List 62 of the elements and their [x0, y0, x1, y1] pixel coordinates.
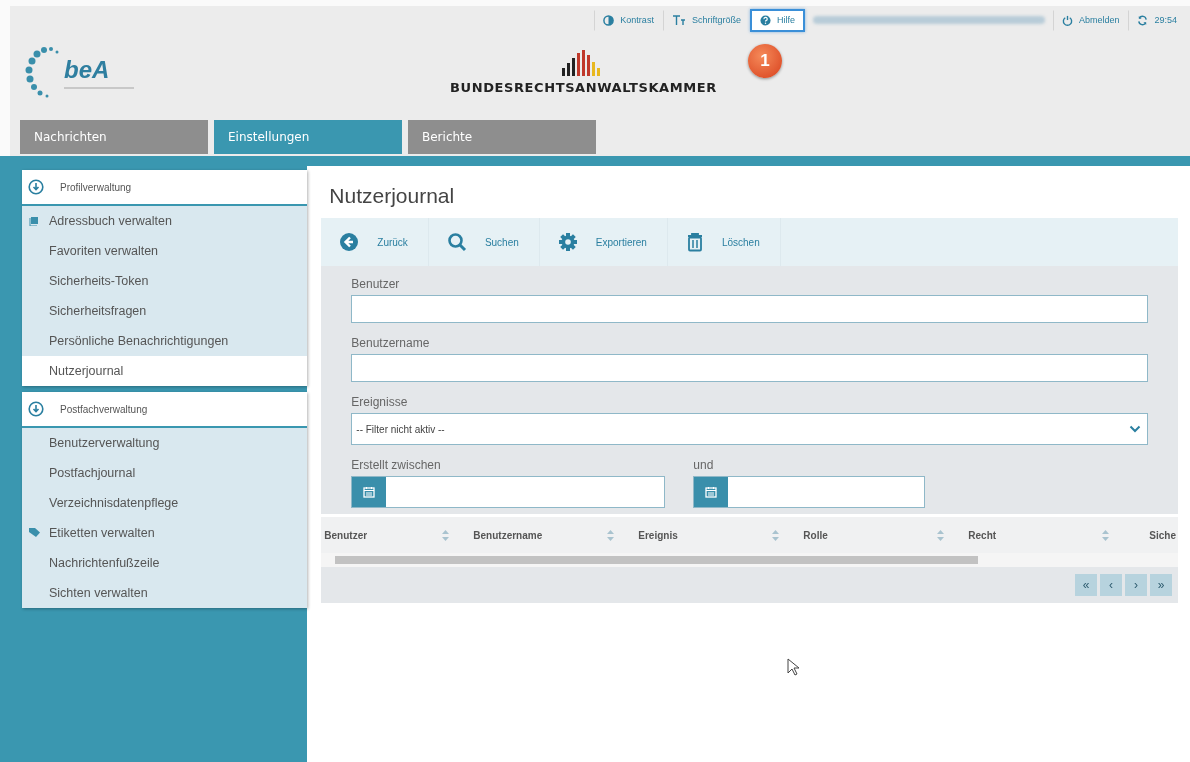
column-header[interactable]: Recht [964, 529, 1130, 541]
field-label: Benutzer [351, 277, 401, 291]
book-icon [29, 216, 39, 226]
sidebar-item[interactable]: Favoriten verwalten [22, 236, 308, 266]
settings-icon [557, 232, 578, 252]
sort-icon [937, 529, 945, 541]
sidebar-item[interactable]: Etiketten verwalten [22, 518, 308, 548]
events-dropdown[interactable]: -- Filter nicht aktiv -- [351, 413, 1148, 445]
user-field[interactable] [351, 295, 1148, 323]
sidebar-item[interactable]: Sichten verwalten [22, 578, 308, 608]
font-size-icon [671, 14, 686, 26]
sidebar-item[interactable]: Persönliche Benachrichtigungen [22, 326, 308, 356]
sidebar-item[interactable]: Postfachjournal [22, 458, 308, 488]
sidebar-item[interactable]: Sicherheits-Token [22, 266, 308, 296]
step-badge: 1 [748, 44, 782, 78]
sidebar-item[interactable]: Benutzerverwaltung [22, 428, 308, 458]
top-link[interactable]: Schriftgröße [662, 9, 750, 31]
date-field[interactable] [693, 476, 926, 508]
field-label: Ereignisse [351, 395, 409, 409]
sort-icon [1102, 529, 1110, 541]
download-circle-icon [28, 179, 44, 195]
logo-text: beA [64, 55, 111, 84]
column-header[interactable]: Siche [1129, 529, 1178, 541]
trash-icon [685, 232, 704, 252]
top-link[interactable]: Hilfe [749, 8, 805, 32]
column-header[interactable]: Rolle [799, 529, 965, 541]
top-link[interactable]: Kontrast [594, 9, 663, 31]
sidebar-item[interactable]: Adressbuch verwalten [22, 206, 308, 236]
column-header[interactable]: Benutzer [321, 529, 470, 541]
brand-name: BUNDESRECHTSANWALTSKAMMER [450, 79, 717, 95]
top-link[interactable]: Abmelden [1052, 9, 1129, 31]
date-field[interactable] [351, 476, 666, 508]
sort-icon [442, 529, 450, 541]
chevron-down-icon [1129, 425, 1141, 433]
download-circle-icon [28, 401, 44, 417]
column-header[interactable]: Ereignis [634, 529, 800, 541]
search-icon [446, 232, 467, 252]
help-icon [759, 14, 771, 26]
sort-icon [607, 529, 615, 541]
sidebar-item[interactable]: Sicherheitsfragen [22, 296, 308, 326]
top-link[interactable]: 29:54 [1128, 9, 1186, 31]
contrast-icon [603, 14, 615, 26]
page-title: Nutzerjournal [329, 184, 456, 208]
tag-icon [29, 528, 40, 537]
calendar-icon [705, 486, 718, 498]
sidebar-item[interactable]: Verzeichnisdatenpflege [22, 488, 308, 518]
field-label: Erstellt zwischen [351, 458, 442, 472]
mouse-cursor-icon [787, 658, 800, 676]
power-icon [1061, 14, 1073, 26]
sidebar-item[interactable]: Nutzerjournal [22, 356, 308, 386]
refresh-icon [1137, 14, 1149, 26]
column-header[interactable]: Benutzername [469, 529, 635, 541]
field-label: und [693, 458, 715, 472]
calendar-icon [363, 486, 376, 498]
sort-icon [772, 529, 780, 541]
nav-tab[interactable]: Einstellungen [214, 120, 402, 154]
nav-tab[interactable]: Berichte [408, 120, 596, 154]
horizontal-scrollbar[interactable] [321, 553, 1178, 567]
nav-tab[interactable]: Nachrichten [20, 120, 208, 154]
username-field[interactable] [351, 354, 1148, 382]
field-label: Benutzername [351, 336, 431, 350]
sidebar-item[interactable]: Nachrichtenfußzeile [22, 548, 308, 578]
